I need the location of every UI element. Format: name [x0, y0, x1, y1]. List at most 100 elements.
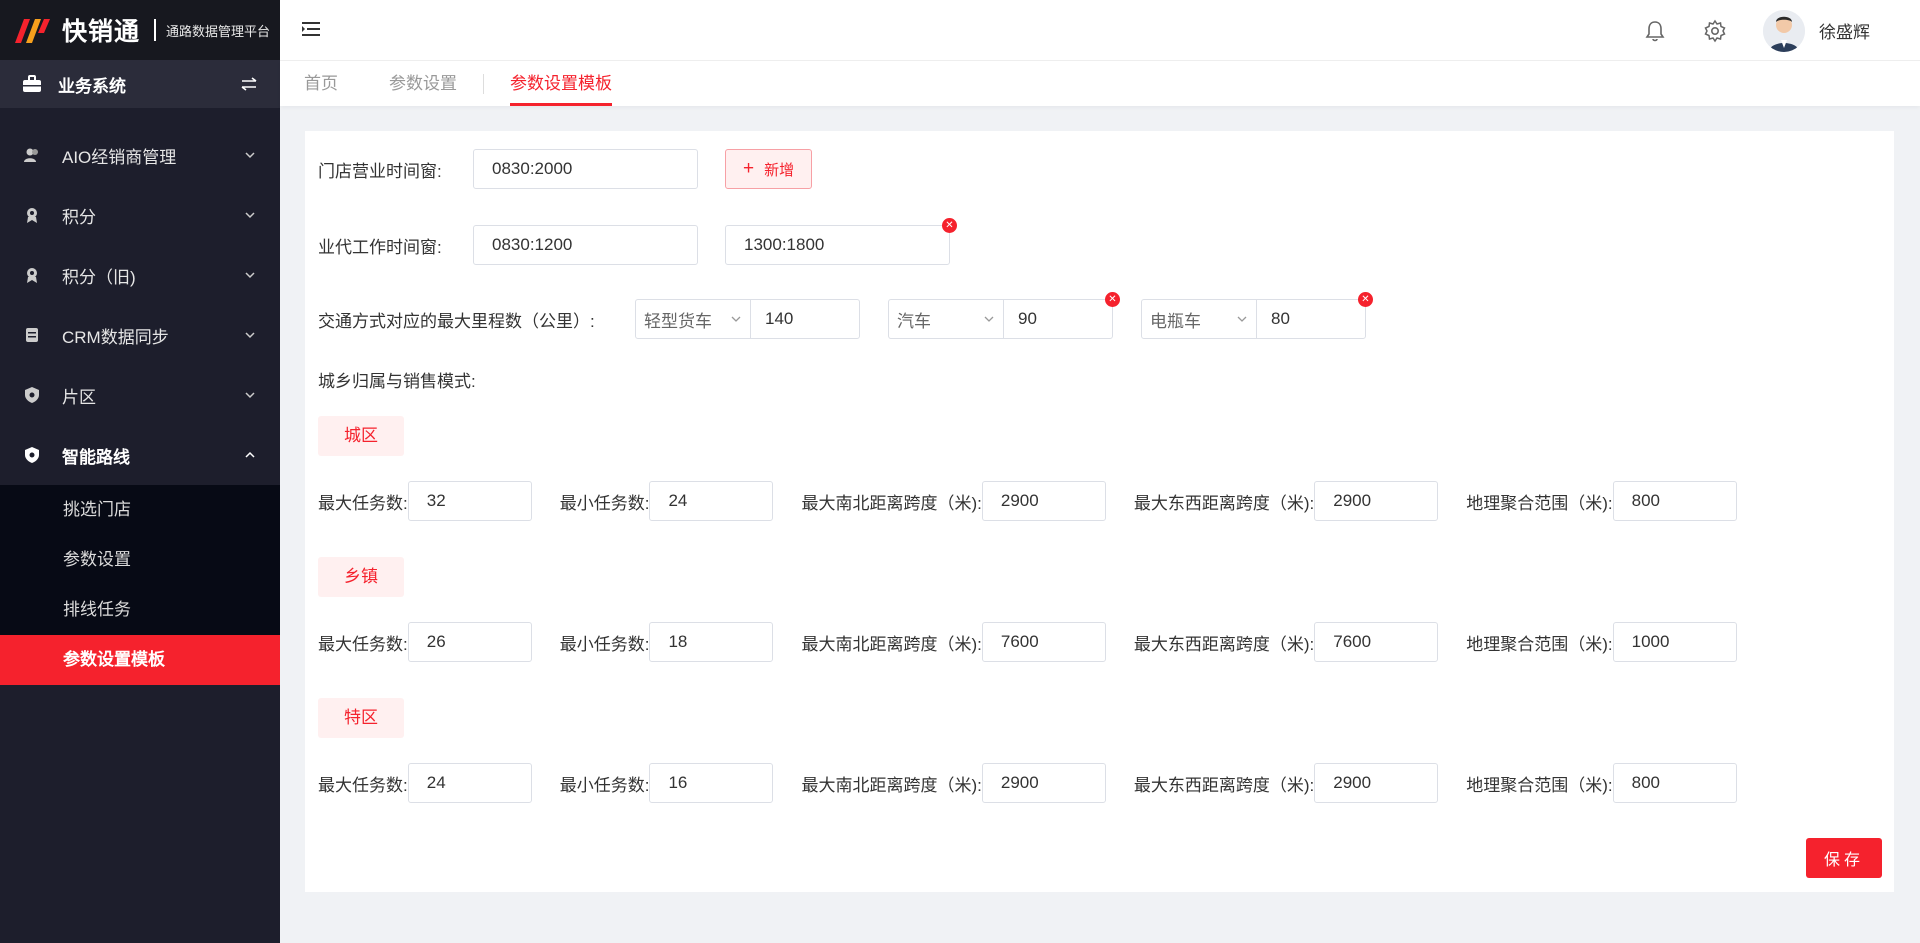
max-tasks-input[interactable]: 26: [407, 622, 532, 662]
ns-span-input[interactable]: 2900: [981, 481, 1106, 521]
group-tag-urban: 城区: [318, 416, 404, 456]
max-tasks-input[interactable]: 32: [407, 481, 532, 521]
ns-span-label: 最大南北距离跨度（米):: [801, 493, 982, 513]
ns-span-label: 最大南北距离跨度（米):: [801, 775, 982, 795]
sidebar-item-smart-route[interactable]: 智能路线: [0, 425, 280, 485]
cluster-field: 地理聚合范围（米): 1000: [1466, 622, 1737, 662]
bell-icon[interactable]: [1643, 19, 1667, 43]
users-icon: [24, 148, 38, 162]
brand: 快销通 通路数据管理平台: [0, 0, 280, 60]
cluster-input[interactable]: 800: [1612, 763, 1737, 803]
tab-divider: [483, 73, 484, 94]
sidebar-item-crm-sync[interactable]: CRM数据同步: [0, 305, 280, 365]
add-button[interactable]: + 新增: [725, 149, 813, 189]
tab-param-template[interactable]: 参数设置模板: [510, 61, 612, 106]
max-tasks-field: 最大任务数: 26: [318, 622, 532, 662]
store-hours-input[interactable]: 0830:2000: [473, 149, 698, 189]
ew-span-input[interactable]: 2900: [1314, 763, 1439, 803]
cluster-field: 地理聚合范围（米): 800: [1466, 763, 1737, 803]
min-tasks-label: 最小任务数:: [559, 634, 650, 654]
sidebar-item-label: 智能路线: [62, 447, 130, 467]
chevron-down-icon: [245, 212, 255, 219]
ns-span-field: 最大南北距离跨度（米): 7600: [801, 622, 1106, 662]
agent-hours-input-2[interactable]: 1300:1800 ✕: [725, 218, 957, 265]
chevron-down-icon: [1237, 316, 1247, 322]
min-tasks-input[interactable]: 24: [649, 481, 774, 521]
shield-icon: [25, 387, 39, 403]
tab-param-settings[interactable]: 参数设置: [389, 61, 457, 106]
sidebar-item-area[interactable]: 片区: [0, 365, 280, 425]
cluster-input[interactable]: 800: [1612, 481, 1737, 521]
transport-row: 交通方式对应的最大里程数（公里）: 轻型货车 140 汽车 90 ✕ 电瓶车 8…: [318, 292, 1373, 339]
plus-icon: +: [743, 158, 755, 179]
ew-span-label: 最大东西距离跨度（米):: [1133, 493, 1315, 513]
medal-icon: [27, 208, 37, 223]
transport-select-1[interactable]: 轻型货车: [636, 300, 751, 338]
avatar[interactable]: [1763, 9, 1805, 52]
save-button[interactable]: 保存: [1806, 838, 1882, 878]
cluster-input[interactable]: 1000: [1612, 622, 1737, 662]
ns-span-input[interactable]: 2900: [981, 763, 1106, 803]
max-tasks-field: 最大任务数: 24: [318, 763, 532, 803]
smart-route-submenu: 挑选门店 参数设置 排线任务 参数设置模板: [0, 485, 280, 685]
transport-type-3: 电瓶车: [1150, 311, 1201, 331]
system-switcher[interactable]: 业务系统: [0, 60, 280, 108]
transport-distance-2[interactable]: 90: [1004, 300, 1112, 338]
ew-span-field: 最大东西距离跨度（米): 7600: [1134, 622, 1439, 662]
group-row-town: 最大任务数: 26 最小任务数: 18 最大南北距离跨度（米): 7600 最大…: [318, 622, 1737, 662]
sidebar-item-aio[interactable]: AIO经销商管理: [0, 125, 280, 185]
menu-toggle-icon[interactable]: [302, 20, 320, 38]
ns-span-input[interactable]: 7600: [981, 622, 1106, 662]
submenu-item-routing-task[interactable]: 排线任务: [0, 585, 280, 635]
medal-icon: [27, 268, 37, 283]
ew-span-field: 最大东西距离跨度（米): 2900: [1133, 763, 1439, 803]
gear-icon[interactable]: [1703, 19, 1727, 43]
transport-combo-1: 轻型货车 140: [635, 299, 860, 339]
min-tasks-field: 最小任务数: 18: [560, 622, 774, 662]
chevron-down-icon: [245, 392, 255, 399]
brand-name: 快销通: [62, 18, 141, 46]
ew-span-input[interactable]: 7600: [1314, 622, 1439, 662]
username[interactable]: 徐盛辉: [1819, 18, 1870, 43]
remove-icon[interactable]: ✕: [1358, 292, 1373, 307]
max-tasks-label: 最大任务数:: [318, 493, 408, 513]
remove-icon[interactable]: ✕: [1105, 292, 1120, 307]
cluster-label: 地理聚合范围（米):: [1466, 775, 1613, 795]
settings-panel: 门店营业时间窗: 0830:2000 + 新增 业代工作时间窗: 0830:12…: [305, 131, 1894, 892]
sidebar: 快销通 通路数据管理平台 业务系统 AIO经销商管理 积分 积分（旧) CRM数…: [0, 0, 280, 943]
ew-span-input[interactable]: 2900: [1314, 481, 1439, 521]
briefcase-icon: [23, 75, 41, 92]
min-tasks-input[interactable]: 16: [649, 763, 774, 803]
max-tasks-input[interactable]: 24: [407, 763, 532, 803]
transport-combo-3: 电瓶车 80 ✕: [1141, 292, 1373, 339]
submenu-item-pick-store[interactable]: 挑选门店: [0, 485, 280, 535]
transport-type-1: 轻型货车: [644, 311, 712, 331]
top-header: 徐盛辉: [280, 0, 1920, 61]
transport-select-2[interactable]: 汽车: [889, 300, 1004, 338]
transport-distance-1[interactable]: 140: [751, 300, 859, 338]
transport-distance-3[interactable]: 80: [1257, 300, 1365, 338]
tab-home[interactable]: 首页: [304, 61, 338, 106]
max-tasks-field: 最大任务数: 32: [318, 481, 532, 521]
ns-span-field: 最大南北距离跨度（米): 2900: [801, 481, 1106, 521]
cluster-field: 地理聚合范围（米): 800: [1466, 481, 1737, 521]
ew-span-label: 最大东西距离跨度（米):: [1133, 775, 1315, 795]
min-tasks-input[interactable]: 18: [649, 622, 774, 662]
remove-icon[interactable]: ✕: [942, 218, 957, 233]
sidebar-item-label: AIO经销商管理: [62, 147, 177, 167]
switch-icon[interactable]: [240, 77, 258, 91]
ns-span-label: 最大南北距离跨度（米):: [801, 634, 982, 654]
group-row-urban: 最大任务数: 32 最小任务数: 24 最大南北距离跨度（米): 2900 最大…: [318, 481, 1737, 521]
group-tag-town: 乡镇: [318, 557, 404, 597]
agent-hours-input-1[interactable]: 0830:1200: [473, 225, 698, 265]
group-row-special: 最大任务数: 24 最小任务数: 16 最大南北距离跨度（米): 2900 最大…: [318, 763, 1737, 803]
transport-select-3[interactable]: 电瓶车: [1142, 300, 1257, 338]
submenu-item-param-template[interactable]: 参数设置模板: [0, 635, 280, 685]
brand-divider: [154, 19, 157, 41]
document-icon: [26, 328, 38, 342]
sidebar-item-points[interactable]: 积分: [0, 185, 280, 245]
submenu-item-param-settings[interactable]: 参数设置: [0, 535, 280, 585]
cluster-label: 地理聚合范围（米):: [1466, 634, 1613, 654]
store-hours-row: 门店营业时间窗: 0830:2000 + 新增: [318, 149, 813, 189]
sidebar-item-points-old[interactable]: 积分（旧): [0, 245, 280, 305]
